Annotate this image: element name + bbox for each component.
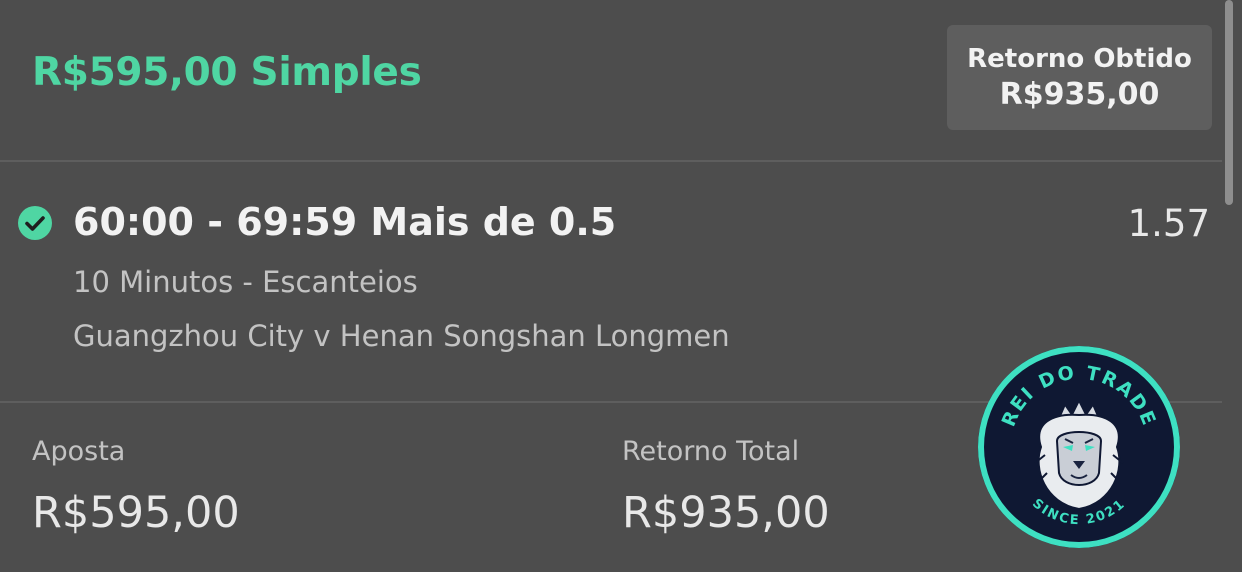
selection-event: Guangzhou City v Henan Songshan Longmen bbox=[73, 319, 730, 353]
rei-do-trade-logo: REI DO TRADE SINCE 2021 bbox=[975, 343, 1183, 551]
check-circle-icon bbox=[18, 206, 52, 240]
stake-value: R$595,00 bbox=[32, 488, 240, 538]
bet-header: R$595,00 Simples Retorno Obtido R$935,00 bbox=[0, 0, 1242, 160]
divider bbox=[0, 160, 1222, 162]
returned-badge: Retorno Obtido R$935,00 bbox=[947, 25, 1212, 130]
returned-value: R$935,00 bbox=[999, 76, 1160, 112]
total-return-value: R$935,00 bbox=[622, 488, 830, 538]
bet-title: R$595,00 Simples bbox=[32, 50, 422, 95]
returned-label: Retorno Obtido bbox=[967, 43, 1192, 74]
selection-market: 10 Minutos - Escanteios bbox=[73, 265, 418, 299]
total-return-label: Retorno Total bbox=[622, 436, 800, 467]
selection-odds: 1.57 bbox=[1127, 202, 1210, 245]
scrollbar[interactable] bbox=[1225, 0, 1233, 205]
stake-label: Aposta bbox=[32, 436, 126, 467]
selection-name: 60:00 - 69:59 Mais de 0.5 bbox=[73, 200, 617, 244]
